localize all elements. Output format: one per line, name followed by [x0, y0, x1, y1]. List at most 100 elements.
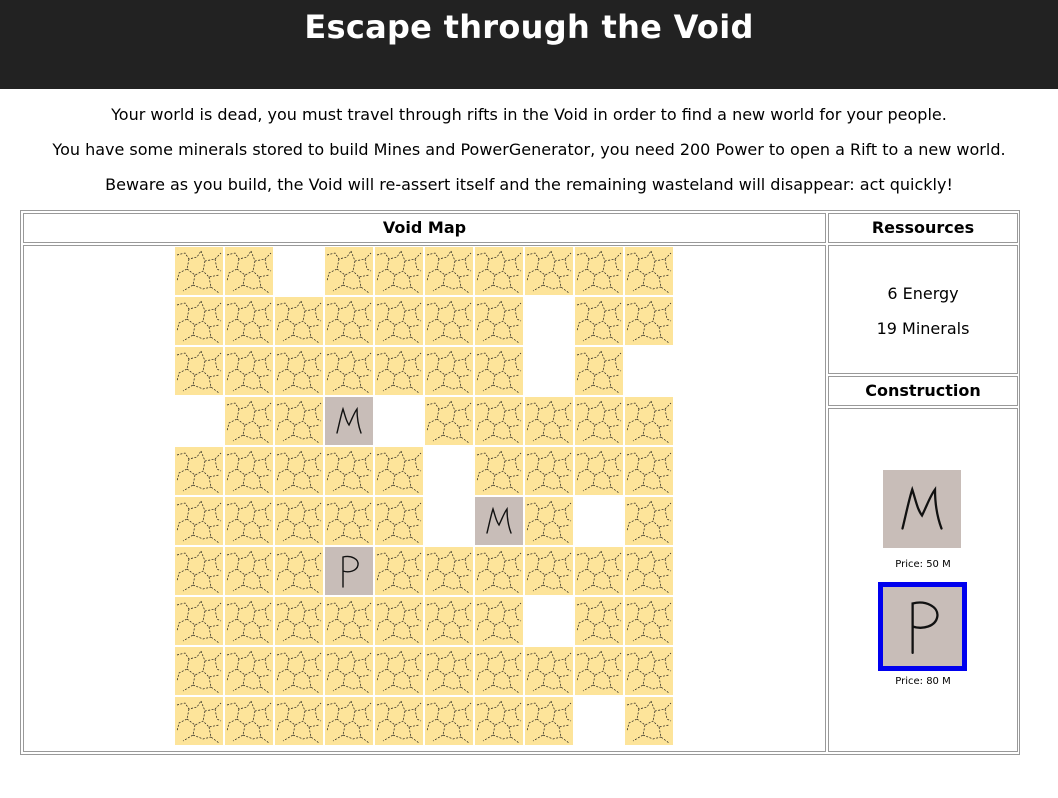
wasteland-tile[interactable] [225, 397, 273, 445]
wasteland-tile[interactable] [225, 647, 273, 695]
intro-line-2: You have some minerals stored to build M… [52, 140, 1006, 159]
wasteland-tile[interactable] [475, 597, 523, 645]
wasteland-tile[interactable] [575, 297, 623, 345]
wasteland-tile[interactable] [525, 697, 573, 745]
mine-tile[interactable] [325, 397, 373, 445]
wasteland-tile[interactable] [325, 697, 373, 745]
wasteland-tile[interactable] [225, 447, 273, 495]
wasteland-tile[interactable] [175, 647, 223, 695]
wasteland-tile[interactable] [275, 447, 323, 495]
void-map-panel [23, 245, 826, 752]
wasteland-tile[interactable] [175, 297, 223, 345]
wasteland-tile[interactable] [375, 697, 423, 745]
wasteland-tile[interactable] [525, 647, 573, 695]
wasteland-tile[interactable] [375, 497, 423, 545]
wasteland-tile[interactable] [175, 247, 223, 295]
wasteland-tile[interactable] [175, 447, 223, 495]
wasteland-tile[interactable] [475, 297, 523, 345]
wasteland-tile[interactable] [425, 397, 473, 445]
void-map-header: Void Map [23, 213, 826, 243]
power-generator-tile[interactable] [325, 547, 373, 595]
power-generator-price: Price: 80 M [895, 676, 951, 687]
wasteland-tile[interactable] [525, 447, 573, 495]
wasteland-tile[interactable] [325, 597, 373, 645]
wasteland-tile[interactable] [325, 497, 373, 545]
wasteland-tile[interactable] [425, 247, 473, 295]
wasteland-tile[interactable] [225, 597, 273, 645]
wasteland-tile[interactable] [625, 247, 673, 295]
wasteland-tile[interactable] [425, 697, 473, 745]
wasteland-tile[interactable] [375, 297, 423, 345]
page-title: Escape through the Void [304, 8, 754, 46]
header-bar: Escape through the Void [0, 0, 1058, 89]
energy-count: 6 Energy [887, 284, 959, 303]
wasteland-tile[interactable] [625, 497, 673, 545]
wasteland-tile[interactable] [625, 697, 673, 745]
wasteland-tile[interactable] [425, 647, 473, 695]
wasteland-tile[interactable] [475, 247, 523, 295]
wasteland-tile[interactable] [325, 647, 373, 695]
power-generator-icon[interactable] [878, 582, 967, 671]
wasteland-tile[interactable] [575, 647, 623, 695]
wasteland-tile[interactable] [175, 547, 223, 595]
wasteland-tile[interactable] [375, 647, 423, 695]
wasteland-tile[interactable] [575, 397, 623, 445]
wasteland-tile[interactable] [475, 447, 523, 495]
wasteland-tile[interactable] [475, 547, 523, 595]
wasteland-tile[interactable] [575, 447, 623, 495]
wasteland-tile[interactable] [375, 347, 423, 395]
wasteland-tile[interactable] [175, 497, 223, 545]
wasteland-tile[interactable] [625, 297, 673, 345]
wasteland-tile[interactable] [475, 397, 523, 445]
wasteland-tile[interactable] [525, 397, 573, 445]
wasteland-tile[interactable] [275, 647, 323, 695]
mine-tile[interactable] [475, 497, 523, 545]
wasteland-tile[interactable] [275, 547, 323, 595]
mine-icon[interactable] [883, 470, 961, 548]
wasteland-tile[interactable] [325, 247, 373, 295]
wasteland-tile[interactable] [525, 547, 573, 595]
wasteland-tile[interactable] [475, 697, 523, 745]
void-map-grid [175, 247, 675, 747]
wasteland-tile[interactable] [325, 347, 373, 395]
wasteland-tile[interactable] [575, 347, 623, 395]
wasteland-tile[interactable] [475, 347, 523, 395]
wasteland-tile[interactable] [425, 597, 473, 645]
wasteland-tile[interactable] [225, 697, 273, 745]
wasteland-tile[interactable] [425, 347, 473, 395]
wasteland-tile[interactable] [275, 297, 323, 345]
wasteland-tile[interactable] [225, 547, 273, 595]
wasteland-tile[interactable] [375, 547, 423, 595]
wasteland-tile[interactable] [175, 347, 223, 395]
wasteland-tile[interactable] [225, 347, 273, 395]
wasteland-tile[interactable] [225, 247, 273, 295]
wasteland-tile[interactable] [575, 547, 623, 595]
wasteland-tile[interactable] [175, 597, 223, 645]
wasteland-tile[interactable] [425, 297, 473, 345]
resources-header: Ressources [828, 213, 1018, 243]
wasteland-tile[interactable] [275, 597, 323, 645]
wasteland-tile[interactable] [575, 597, 623, 645]
wasteland-tile[interactable] [375, 447, 423, 495]
wasteland-tile[interactable] [575, 247, 623, 295]
wasteland-tile[interactable] [475, 647, 523, 695]
wasteland-tile[interactable] [425, 547, 473, 595]
wasteland-tile[interactable] [625, 397, 673, 445]
wasteland-tile[interactable] [275, 347, 323, 395]
wasteland-tile[interactable] [325, 447, 373, 495]
wasteland-tile[interactable] [375, 247, 423, 295]
wasteland-tile[interactable] [625, 647, 673, 695]
wasteland-tile[interactable] [275, 397, 323, 445]
wasteland-tile[interactable] [625, 547, 673, 595]
wasteland-tile[interactable] [275, 497, 323, 545]
wasteland-tile[interactable] [175, 697, 223, 745]
wasteland-tile[interactable] [225, 297, 273, 345]
wasteland-tile[interactable] [275, 697, 323, 745]
wasteland-tile[interactable] [325, 297, 373, 345]
wasteland-tile[interactable] [225, 497, 273, 545]
wasteland-tile[interactable] [525, 497, 573, 545]
wasteland-tile[interactable] [525, 247, 573, 295]
wasteland-tile[interactable] [625, 447, 673, 495]
wasteland-tile[interactable] [625, 597, 673, 645]
wasteland-tile[interactable] [375, 597, 423, 645]
